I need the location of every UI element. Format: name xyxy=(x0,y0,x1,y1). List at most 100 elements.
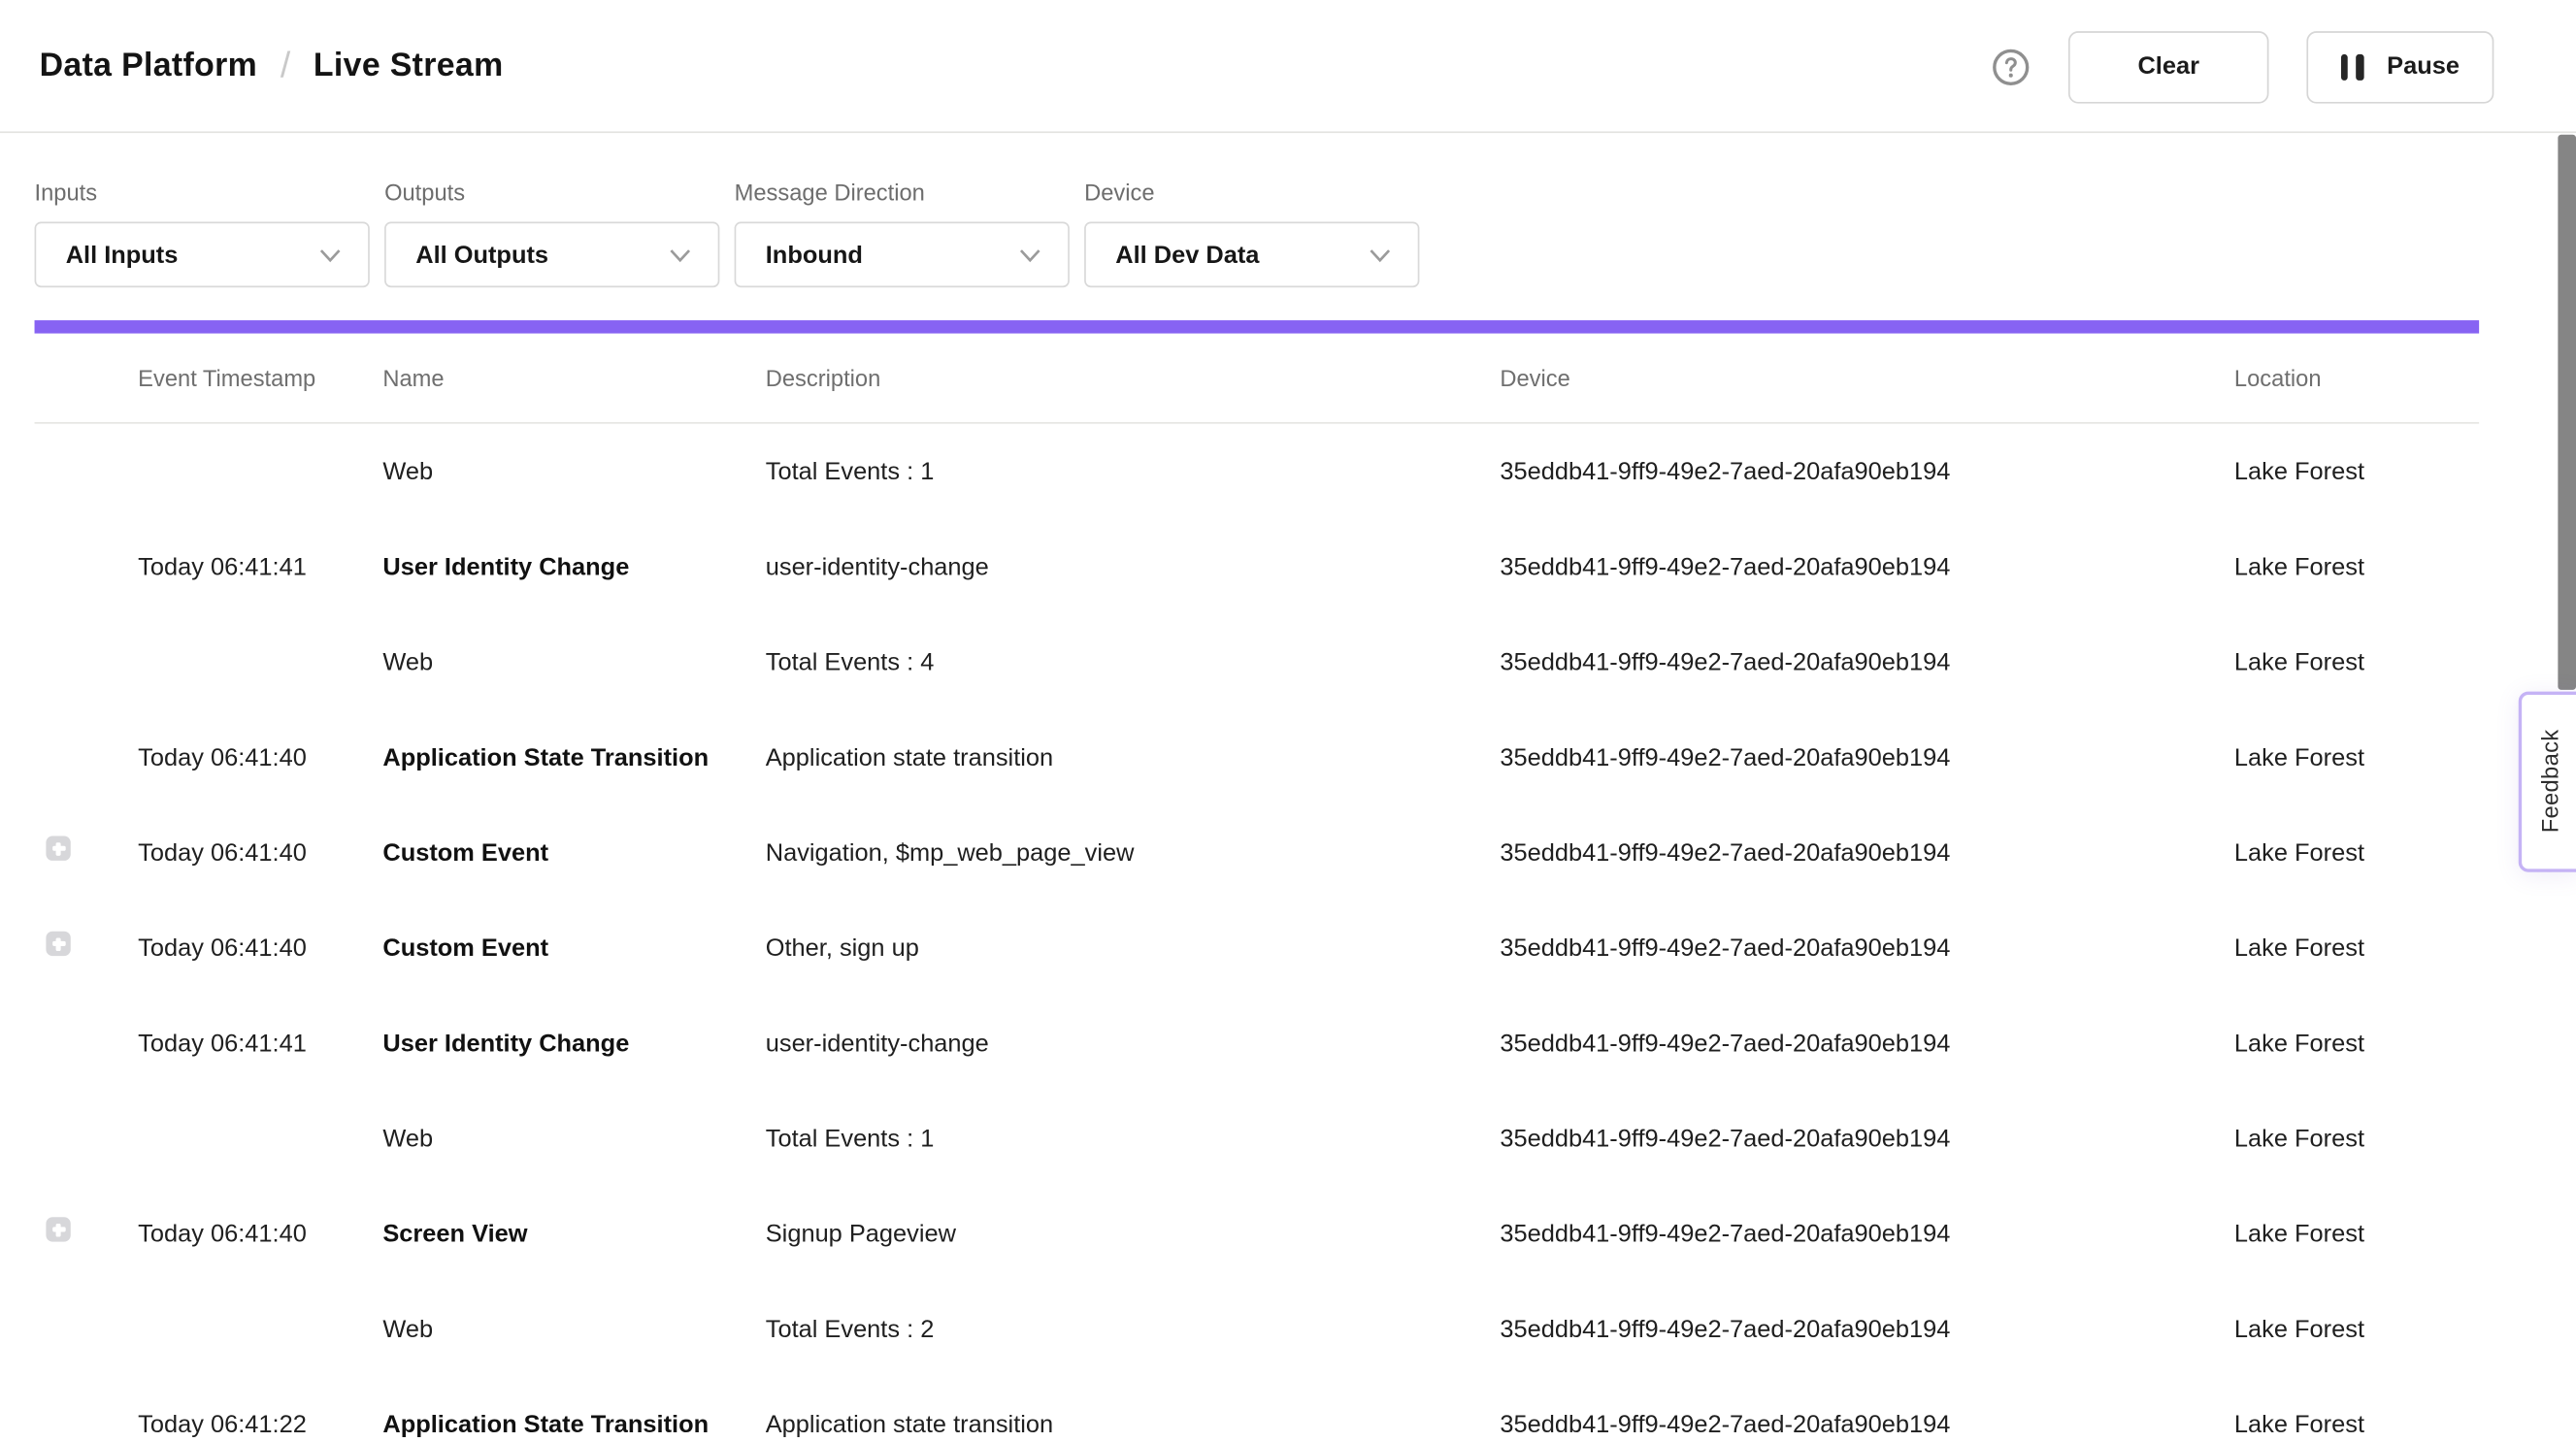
filter-bar: Inputs All Inputs Outputs All Outputs Me… xyxy=(35,133,1420,287)
breadcrumb-data-platform[interactable]: Data Platform xyxy=(40,47,258,84)
filter-device: Device All Dev Data xyxy=(1084,133,1419,287)
cell-description: Total Events : 1 xyxy=(766,457,1501,485)
cell-timestamp: Today 06:41:40 xyxy=(138,934,382,962)
cell-device: 35eddb41-9ff9-49e2-7aed-20afa90eb194 xyxy=(1500,1029,2234,1057)
table-row[interactable]: Today 06:41:41 User Identity Change user… xyxy=(35,996,2480,1091)
cell-name: Screen View xyxy=(382,1220,765,1248)
column-header-device: Device xyxy=(1500,365,2234,391)
clear-button[interactable]: Clear xyxy=(2068,30,2268,102)
cell-description: Other, sign up xyxy=(766,934,1501,962)
cell-name: Application State Transition xyxy=(382,1410,765,1438)
cell-location: Lake Forest xyxy=(2234,1315,2479,1343)
device-dropdown[interactable]: All Dev Data xyxy=(1084,222,1419,288)
pause-button-label: Pause xyxy=(2387,52,2460,81)
message-direction-dropdown[interactable]: Inbound xyxy=(735,222,1070,288)
cell-timestamp: Today 06:41:40 xyxy=(138,743,382,771)
device-dropdown-value: All Dev Data xyxy=(1115,241,1259,269)
cell-timestamp: Today 06:41:40 xyxy=(138,838,382,867)
table-row[interactable]: Today 06:41:40 Screen View Signup Pagevi… xyxy=(35,1186,2480,1281)
cell-location: Lake Forest xyxy=(2234,553,2479,581)
cell-name: User Identity Change xyxy=(382,553,765,581)
app-header: Data Platform / Live Stream Clear Pause xyxy=(0,0,2576,133)
table-row[interactable]: Today 06:41:40 Custom Event Other, sign … xyxy=(35,901,2480,996)
cell-description: Total Events : 2 xyxy=(766,1315,1501,1343)
chevron-down-icon xyxy=(1369,247,1392,262)
cell-timestamp: Today 06:41:22 xyxy=(138,1410,382,1438)
filter-outputs-label: Outputs xyxy=(384,179,719,205)
table-row[interactable]: Web Total Events : 1 35eddb41-9ff9-49e2-… xyxy=(35,1091,2480,1186)
column-header-name: Name xyxy=(382,365,765,391)
accent-bar xyxy=(35,320,2480,334)
live-stream-table: Event Timestamp Name Description Device … xyxy=(35,334,2480,1442)
column-header-description: Description xyxy=(766,365,1501,391)
cell-name: Custom Event xyxy=(382,934,765,962)
filter-message-direction-label: Message Direction xyxy=(735,179,1070,205)
pause-button[interactable]: Pause xyxy=(2306,30,2493,102)
outputs-dropdown-value: All Outputs xyxy=(415,241,548,269)
table-row[interactable]: Today 06:41:22 Application State Transit… xyxy=(35,1376,2480,1442)
feedback-tab[interactable]: Feedback xyxy=(2519,692,2576,872)
expand-row-button[interactable] xyxy=(46,1217,70,1241)
filter-inputs-label: Inputs xyxy=(35,179,370,205)
cell-device: 35eddb41-9ff9-49e2-7aed-20afa90eb194 xyxy=(1500,1220,2234,1248)
table-header-row: Event Timestamp Name Description Device … xyxy=(35,334,2480,424)
table-row[interactable]: Web Total Events : 1 35eddb41-9ff9-49e2-… xyxy=(35,424,2480,519)
cell-device: 35eddb41-9ff9-49e2-7aed-20afa90eb194 xyxy=(1500,743,2234,771)
vertical-scrollbar-thumb[interactable] xyxy=(2558,135,2576,690)
page-title: Live Stream xyxy=(314,47,504,84)
chevron-down-icon xyxy=(318,247,342,262)
column-header-location: Location xyxy=(2234,365,2479,391)
cell-description: Signup Pageview xyxy=(766,1220,1501,1248)
clear-button-label: Clear xyxy=(2137,52,2199,81)
outputs-dropdown[interactable]: All Outputs xyxy=(384,222,719,288)
table-row[interactable]: Today 06:41:41 User Identity Change user… xyxy=(35,519,2480,614)
cell-location: Lake Forest xyxy=(2234,1410,2479,1438)
message-direction-dropdown-value: Inbound xyxy=(766,241,863,269)
expand-row-button[interactable] xyxy=(46,932,70,956)
cell-name: Web xyxy=(382,648,765,676)
inputs-dropdown[interactable]: All Inputs xyxy=(35,222,370,288)
chevron-down-icon xyxy=(1018,247,1041,262)
expand-row-button[interactable] xyxy=(46,836,70,861)
cell-description: user-identity-change xyxy=(766,1029,1501,1057)
table-row[interactable]: Web Total Events : 2 35eddb41-9ff9-49e2-… xyxy=(35,1281,2480,1376)
cell-device: 35eddb41-9ff9-49e2-7aed-20afa90eb194 xyxy=(1500,457,2234,485)
feedback-tab-label: Feedback xyxy=(2536,730,2562,834)
table-body: Web Total Events : 1 35eddb41-9ff9-49e2-… xyxy=(35,424,2480,1442)
column-header-event-timestamp: Event Timestamp xyxy=(138,365,382,391)
cell-device: 35eddb41-9ff9-49e2-7aed-20afa90eb194 xyxy=(1500,934,2234,962)
cell-location: Lake Forest xyxy=(2234,934,2479,962)
table-row[interactable]: Today 06:41:40 Custom Event Navigation, … xyxy=(35,804,2480,900)
cell-name: Web xyxy=(382,457,765,485)
cell-description: Application state transition xyxy=(766,743,1501,771)
cell-name: Web xyxy=(382,1125,765,1153)
header-actions: Clear Pause xyxy=(1991,0,2493,133)
cell-name: Web xyxy=(382,1315,765,1343)
cell-timestamp: Today 06:41:41 xyxy=(138,553,382,581)
cell-device: 35eddb41-9ff9-49e2-7aed-20afa90eb194 xyxy=(1500,1125,2234,1153)
cell-name: User Identity Change xyxy=(382,1029,765,1057)
pause-bars-icon xyxy=(2341,53,2364,80)
help-button[interactable] xyxy=(1991,47,2031,86)
cell-location: Lake Forest xyxy=(2234,838,2479,867)
cell-name: Application State Transition xyxy=(382,743,765,771)
cell-description: Total Events : 4 xyxy=(766,648,1501,676)
filter-outputs: Outputs All Outputs xyxy=(384,133,719,287)
cell-location: Lake Forest xyxy=(2234,1125,2479,1153)
breadcrumb: Data Platform / Live Stream xyxy=(0,45,504,87)
live-stream-page: Data Platform / Live Stream Clear Pause xyxy=(0,0,2576,1442)
cell-location: Lake Forest xyxy=(2234,457,2479,485)
table-row[interactable]: Today 06:41:40 Application State Transit… xyxy=(35,709,2480,804)
cell-description: user-identity-change xyxy=(766,553,1501,581)
cell-name: Custom Event xyxy=(382,838,765,867)
filter-device-label: Device xyxy=(1084,179,1419,205)
cell-device: 35eddb41-9ff9-49e2-7aed-20afa90eb194 xyxy=(1500,648,2234,676)
cell-location: Lake Forest xyxy=(2234,743,2479,771)
table-row[interactable]: Web Total Events : 4 35eddb41-9ff9-49e2-… xyxy=(35,614,2480,709)
cell-description: Application state transition xyxy=(766,1410,1501,1438)
filter-inputs: Inputs All Inputs xyxy=(35,133,370,287)
breadcrumb-separator: / xyxy=(281,45,290,87)
question-mark-circle-icon xyxy=(1991,47,2031,86)
cell-device: 35eddb41-9ff9-49e2-7aed-20afa90eb194 xyxy=(1500,1410,2234,1438)
cell-description: Navigation, $mp_web_page_view xyxy=(766,838,1501,867)
